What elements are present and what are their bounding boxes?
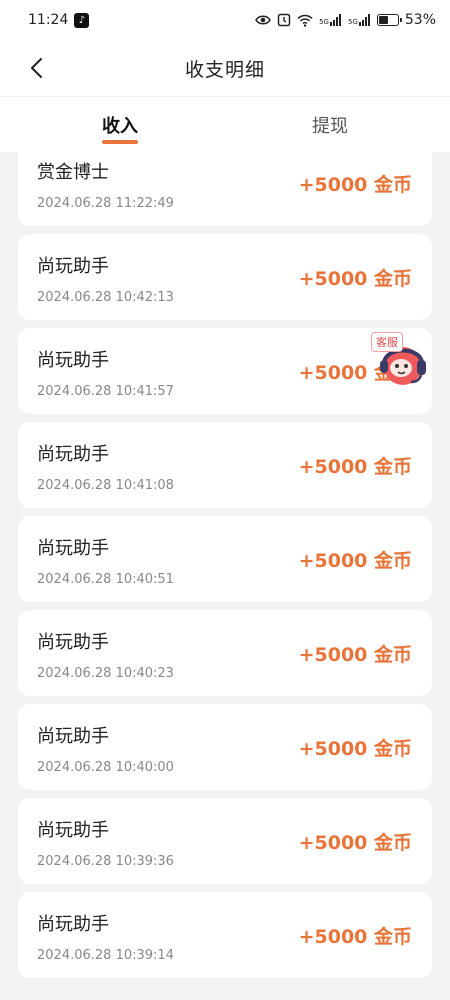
customer-service-button[interactable]: 客服 [371, 330, 433, 392]
battery-percent: 53% [404, 12, 436, 28]
record-card: 尚玩助手 2024.06.28 10:40:00 +5000 金币 [18, 704, 432, 790]
back-button[interactable] [22, 54, 50, 82]
customer-service-label: 客服 [371, 332, 403, 352]
page-title: 收支明细 [184, 58, 265, 81]
record-amount: +5000 金币 [298, 268, 412, 290]
record-time: 2024.06.28 10:41:08 [37, 478, 174, 493]
record-amount: +5000 金币 [298, 644, 412, 666]
record-source: 尚玩助手 [37, 538, 109, 559]
tab-bar: 收入 提现 [0, 96, 450, 152]
record-card: 尚玩助手 2024.06.28 10:39:36 +5000 金币 [18, 798, 432, 884]
record-source: 尚玩助手 [37, 350, 109, 371]
status-indicators: 5G 5G 53% [255, 12, 436, 28]
record-source: 尚玩助手 [37, 444, 109, 465]
record-card: 尚玩助手 2024.06.28 10:39:14 +5000 金币 [18, 892, 432, 978]
record-card: 尚玩助手 2024.06.28 10:41:57 +5000 金币 [18, 328, 432, 414]
record-time: 2024.06.28 10:39:36 [37, 854, 174, 869]
record-time: 2024.06.28 10:42:13 [37, 290, 174, 305]
network-type-label: 5G [319, 18, 329, 26]
record-amount: +5000 金币 [298, 738, 412, 760]
record-amount: +5000 金币 [298, 550, 412, 572]
records-list: 赏金博士 2024.06.28 11:22:49 +5000 金币 尚玩助手 2024.… [18, 152, 432, 986]
record-amount: +5000 金币 [298, 926, 412, 948]
record-time: 2024.06.28 10:39:14 [37, 948, 174, 963]
record-card: 尚玩助手 2024.06.28 10:41:08 +5000 金币 [18, 422, 432, 508]
tiktok-notification-icon: ♪ [74, 12, 90, 28]
network-type-label: 5G [347, 18, 358, 26]
record-card: 赏金博士 2024.06.28 11:22:49 +5000 金币 [18, 152, 432, 226]
signal-2: 5G [348, 14, 371, 26]
record-card: 尚玩助手 2024.06.28 10:40:23 +5000 金币 [18, 610, 432, 696]
tab-withdraw[interactable]: 提现 [270, 97, 390, 153]
record-source: 尚玩助手 [37, 914, 109, 935]
record-source: 赏金博士 [37, 162, 109, 183]
status-bar: 11:24 ♪ 5G 5G 53% [0, 0, 450, 40]
record-amount: +5000 金币 [298, 174, 412, 196]
record-source: 尚玩助手 [37, 820, 109, 841]
active-tab-indicator [102, 140, 138, 144]
chevron-left-icon [31, 58, 42, 78]
record-card: 尚玩助手 2024.06.28 10:40:51 +5000 金币 [18, 516, 432, 602]
status-time: 11:24 [28, 12, 69, 28]
signal-bars-icon [358, 14, 370, 26]
record-card: 尚玩助手 2024.06.28 10:42:13 +5000 金币 [18, 234, 432, 320]
record-time: 2024.06.28 10:40:51 [37, 572, 174, 587]
tab-income[interactable]: 收入 [60, 97, 180, 153]
eye-icon [255, 15, 271, 25]
record-time: 2024.06.28 10:40:23 [37, 666, 174, 681]
record-source: 尚玩助手 [37, 632, 109, 653]
record-time: 2024.06.28 10:41:57 [37, 384, 174, 399]
signal-bars-icon [329, 14, 341, 26]
nav-bar: 收支明细 [0, 40, 450, 96]
battery-level-fill [378, 16, 389, 24]
record-time: 2024.06.28 10:40:00 [37, 760, 174, 775]
record-amount: +5000 金币 [298, 456, 412, 478]
record-source: 尚玩助手 [37, 256, 109, 277]
signal-1: 5G [319, 14, 342, 26]
alarm-icon [277, 13, 291, 27]
record-source: 尚玩助手 [37, 726, 109, 747]
record-time: 2024.06.28 11:22:49 [37, 196, 174, 211]
record-amount: +5000 金币 [298, 832, 412, 854]
records-scroll-area[interactable]: 赏金博士 2024.06.28 11:22:49 +5000 金币 尚玩助手 2024.… [0, 152, 450, 1000]
wifi-icon [297, 14, 313, 27]
battery-icon [376, 14, 402, 26]
